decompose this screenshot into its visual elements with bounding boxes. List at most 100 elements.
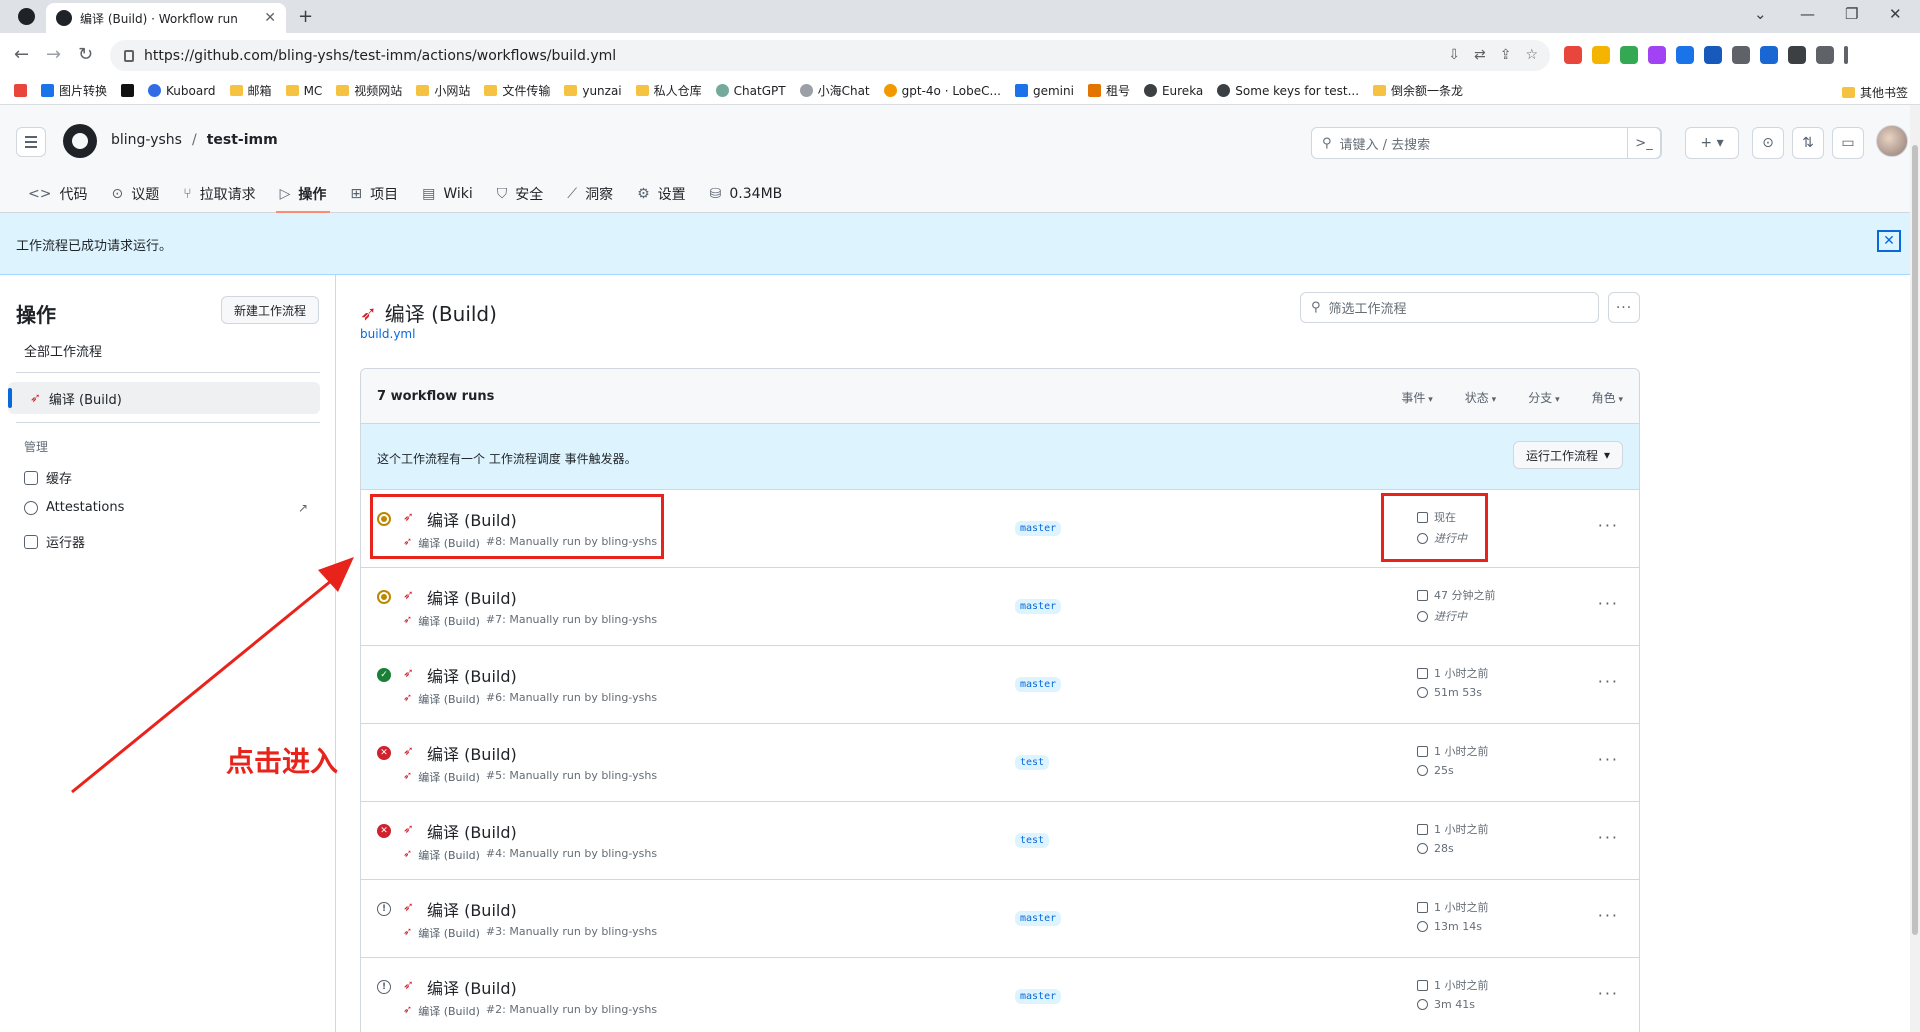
run-title-link[interactable]: 编译 (Build) [427, 819, 517, 843]
workflow-run-row[interactable]: ✕ ➶ 编译 (Build) ➶ 编译 (Build) #4: Manually run … [361, 802, 1639, 880]
run-title-link[interactable]: 编译 (Build) [427, 585, 517, 609]
branch-label[interactable]: master [1015, 989, 1062, 1004]
run-title-link[interactable]: 编译 (Build) [427, 663, 517, 687]
extension-icon[interactable] [1620, 46, 1638, 64]
repo-owner-link[interactable]: bling-yshs [111, 132, 182, 148]
sidebar-item-build-workflow[interactable]: ➶ 编译 (Build) [8, 382, 320, 414]
more-options-icon[interactable]: ··· [1608, 292, 1640, 323]
scrollbar-thumb[interactable] [1912, 145, 1918, 935]
tab-wiki[interactable]: ▤ Wiki [410, 175, 485, 213]
restore-icon[interactable]: ❐ [1845, 5, 1858, 23]
sidebar-item-runners[interactable]: 运行器 [24, 532, 308, 551]
bookmark-folder[interactable]: 小网站 [416, 82, 470, 99]
more-options-icon[interactable]: ··· [1598, 750, 1619, 769]
install-icon[interactable]: ⇩ [1448, 47, 1460, 63]
run-title-link[interactable]: 编译 (Build) [427, 897, 517, 921]
close-window-icon[interactable]: ✕ [1889, 5, 1902, 23]
sidebar-item-attestations[interactable]: Attestations ↗ [24, 500, 308, 515]
more-options-icon[interactable]: ··· [1598, 906, 1619, 925]
bookmark-folder[interactable]: yunzai [564, 84, 622, 98]
bookmark-item[interactable]: gemini [1014, 84, 1074, 98]
workflow-run-row[interactable]: ! ➶ 编译 (Build) ➶ 编译 (Build) #2: Manually run … [361, 958, 1639, 1032]
more-options-icon[interactable]: ··· [1598, 984, 1619, 1003]
command-palette-icon[interactable]: >_ [1627, 127, 1661, 159]
create-new-button[interactable]: + ▾ [1685, 127, 1739, 159]
bookmark-item[interactable]: Eureka [1143, 84, 1203, 98]
branch-filter-dropdown[interactable]: 分支 [1528, 389, 1559, 406]
inbox-icon[interactable]: ▭ [1832, 127, 1864, 159]
extension-icon[interactable] [1760, 46, 1778, 64]
download-icon[interactable] [1816, 46, 1834, 64]
tab-search-icon[interactable]: ⌄ [1754, 5, 1767, 23]
share-icon[interactable]: ⇪ [1500, 47, 1512, 63]
forward-icon[interactable]: → [46, 44, 61, 65]
scrollbar[interactable] [1910, 105, 1920, 1032]
bookmark-folder[interactable]: 视频网站 [336, 82, 402, 99]
github-logo-icon[interactable] [63, 124, 97, 158]
address-bar[interactable]: https://github.com/bling-yshs/test-imm/a… [110, 40, 1550, 71]
branch-label[interactable]: test [1015, 833, 1050, 848]
event-filter-dropdown[interactable]: 事件 [1401, 389, 1432, 406]
translate-icon[interactable]: ⇄ [1474, 47, 1486, 63]
more-options-icon[interactable]: ··· [1598, 516, 1619, 535]
new-tab-icon[interactable]: + [298, 6, 313, 27]
workflow-file-link[interactable]: build.yml [360, 327, 415, 341]
workflow-run-row[interactable]: ➶ 编译 (Build) ➶ 编译 (Build) #7: Manually run b… [361, 568, 1639, 646]
run-title-link[interactable]: 编译 (Build) [427, 741, 517, 765]
github-tab-icon[interactable] [18, 8, 35, 25]
sidebar-item-all-workflows[interactable]: 全部工作流程 [24, 341, 102, 360]
bookmark-item[interactable]: gpt-4o · LobeC... [883, 84, 1001, 98]
branch-label[interactable]: master [1015, 521, 1062, 536]
bookmark-item[interactable] [14, 84, 27, 97]
reload-icon[interactable]: ↻ [78, 44, 93, 65]
extensions-puzzle-icon[interactable] [1788, 46, 1806, 64]
filter-workflow-input[interactable]: ⚲ 筛选工作流程 [1300, 292, 1599, 323]
extension-icon[interactable] [1564, 46, 1582, 64]
workflow-run-row[interactable]: ! ➶ 编译 (Build) ➶ 编译 (Build) #3: Manually run … [361, 880, 1639, 958]
bookmark-item[interactable]: 小海Chat [799, 82, 870, 99]
more-options-icon[interactable]: ··· [1598, 828, 1619, 847]
pull-requests-icon[interactable]: ⇅ [1792, 127, 1824, 159]
bookmark-item[interactable]: ChatGPT [715, 84, 786, 98]
avatar[interactable] [1876, 125, 1908, 157]
tab-code[interactable]: <> 代码 [16, 175, 99, 213]
bookmark-folder[interactable]: MC [285, 84, 322, 98]
browser-menu-icon[interactable] [1844, 46, 1848, 64]
bookmark-item[interactable]: 租号 [1087, 82, 1130, 99]
search-input[interactable]: ⚲ 请键入 / 去搜索 >_ [1311, 127, 1662, 159]
bookmark-star-icon[interactable]: ☆ [1525, 47, 1538, 63]
bookmark-item[interactable]: Kuboard [148, 84, 216, 98]
run-title-link[interactable]: 编译 (Build) [427, 975, 517, 999]
tab-issues[interactable]: ⊙ 议题 [99, 175, 171, 213]
sidebar-item-caches[interactable]: 缓存 [24, 468, 308, 487]
tab-pull-requests[interactable]: ⑂ 拉取请求 [171, 175, 267, 213]
status-filter-dropdown[interactable]: 状态 [1465, 389, 1496, 406]
close-tab-icon[interactable]: ✕ [264, 10, 276, 26]
bookmark-item[interactable] [121, 84, 135, 97]
workflow-run-row[interactable]: ✓ ➶ 编译 (Build) ➶ 编译 (Build) #6: Manually run … [361, 646, 1639, 724]
branch-label[interactable]: master [1015, 599, 1062, 614]
tab-repo-size[interactable]: ⛁ 0.34MB [698, 175, 795, 213]
branch-label[interactable]: master [1015, 911, 1062, 926]
new-workflow-button[interactable]: 新建工作流程 [221, 296, 319, 324]
back-icon[interactable]: ← [14, 44, 29, 65]
extension-icon[interactable] [1648, 46, 1666, 64]
issues-icon[interactable]: ⊙ [1752, 127, 1784, 159]
tab-actions[interactable]: ▷ 操作 [268, 175, 339, 213]
other-bookmarks[interactable]: 其他书签 [1841, 84, 1908, 101]
minimize-icon[interactable]: — [1800, 5, 1815, 23]
bookmark-item[interactable]: 图片转换 [41, 82, 107, 99]
extension-icon[interactable] [1592, 46, 1610, 64]
repo-name-link[interactable]: test-imm [207, 132, 278, 148]
tab-projects[interactable]: ⊞ 项目 [338, 175, 410, 213]
branch-label[interactable]: test [1015, 755, 1050, 770]
bookmark-item[interactable]: Some keys for test... [1217, 84, 1359, 98]
actor-filter-dropdown[interactable]: 角色 [1592, 389, 1623, 406]
browser-tab[interactable]: 编译 (Build) · Workflow run ✕ [46, 3, 286, 33]
close-icon[interactable]: ✕ [1877, 230, 1901, 252]
branch-label[interactable]: master [1015, 677, 1062, 692]
bookmark-folder[interactable]: 倒余额一条龙 [1373, 82, 1463, 99]
extension-icon[interactable] [1676, 46, 1694, 64]
bookmark-folder[interactable]: 私人仓库 [635, 82, 702, 99]
menu-icon[interactable] [16, 127, 46, 157]
